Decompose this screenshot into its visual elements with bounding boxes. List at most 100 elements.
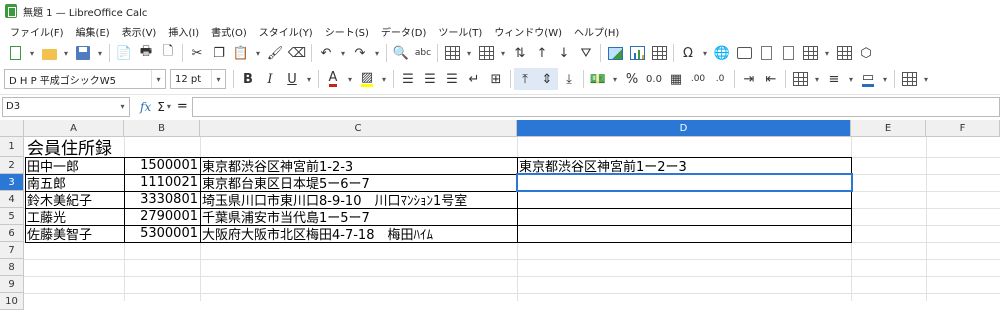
wrap-text-button[interactable]: ↵ xyxy=(463,68,485,90)
column-button[interactable] xyxy=(475,42,497,64)
address-cell[interactable]: 千葉県浦安市当代島1ー5ー7 xyxy=(200,208,517,226)
name-box[interactable]: D3 ▾ xyxy=(2,96,130,117)
special-character-button[interactable]: Ω xyxy=(677,42,699,64)
align-top-button[interactable]: ⤒ xyxy=(514,68,536,90)
address-cell[interactable]: 東京都台東区日本堤5ー6ー7 xyxy=(200,174,517,192)
font-color-dropdown-arrow[interactable]: ▾ xyxy=(344,68,356,90)
open-dropdown-arrow[interactable]: ▾ xyxy=(60,42,72,64)
sum-dropdown-arrow[interactable]: ▾ xyxy=(167,102,171,111)
name-cell[interactable]: 田中一郎 xyxy=(25,157,124,175)
copy-button[interactable]: ❐ xyxy=(208,42,230,64)
center-vertically-button[interactable]: ⇕ xyxy=(536,68,558,90)
menu-view[interactable]: 表示(V) xyxy=(116,24,163,39)
font-color-button[interactable]: A xyxy=(322,68,344,90)
row-header-1[interactable]: 1 xyxy=(0,137,24,157)
align-bottom-button[interactable]: ⤓ xyxy=(558,68,580,90)
zip-cell[interactable]: 3330801 xyxy=(124,191,200,208)
border-style-dropdown-arrow[interactable]: ▾ xyxy=(845,68,857,90)
menu-data[interactable]: データ(D) xyxy=(375,24,433,39)
format-as-number-button[interactable]: 0.0 xyxy=(643,68,665,90)
normalized-address-cell[interactable] xyxy=(517,174,851,191)
name-cell[interactable]: 佐藤美智子 xyxy=(25,225,124,243)
chevron-down-icon[interactable]: ▾ xyxy=(116,98,129,116)
increase-indent-button[interactable]: ⇥ xyxy=(738,68,760,90)
format-as-currency-button[interactable]: 💵 xyxy=(587,68,609,90)
menu-insert[interactable]: 挿入(I) xyxy=(162,24,205,39)
redo-dropdown-arrow[interactable]: ▾ xyxy=(371,42,383,64)
headers-footers-button[interactable] xyxy=(755,42,777,64)
row-header-8[interactable]: 8 xyxy=(0,259,24,276)
column-header-f[interactable]: F xyxy=(926,120,1000,137)
borders-button[interactable] xyxy=(789,68,811,90)
menu-file[interactable]: ファイル(F) xyxy=(4,24,70,39)
underline-button[interactable]: U xyxy=(281,68,303,90)
define-print-area-button[interactable] xyxy=(777,42,799,64)
row-header-6[interactable]: 6 xyxy=(0,225,24,242)
zip-cell[interactable]: 1110021 xyxy=(124,174,200,191)
background-color-button[interactable]: ▨ xyxy=(356,68,378,90)
show-draw-functions-button[interactable]: ⬡ xyxy=(855,42,877,64)
row-header-10[interactable]: 10 xyxy=(0,293,24,310)
sort-ascending-button[interactable]: ↑ xyxy=(531,42,553,64)
insert-chart-button[interactable] xyxy=(626,42,648,64)
insert-image-button[interactable] xyxy=(604,42,626,64)
undo-button[interactable]: ↶ xyxy=(315,42,337,64)
spelling-button[interactable]: abc xyxy=(412,42,434,64)
row-header-3[interactable]: 3 xyxy=(0,174,24,191)
column-header-b[interactable]: B xyxy=(124,120,200,137)
format-as-percent-button[interactable]: % xyxy=(621,68,643,90)
undo-dropdown-arrow[interactable]: ▾ xyxy=(337,42,349,64)
find-replace-button[interactable]: 🔍 xyxy=(390,42,412,64)
name-cell[interactable]: 鈴木美紀子 xyxy=(25,191,124,209)
sum-icon[interactable]: Σ xyxy=(157,100,165,114)
select-all-corner[interactable] xyxy=(0,120,24,137)
currency-dropdown-arrow[interactable]: ▾ xyxy=(609,68,621,90)
border-color-button[interactable]: ▭ xyxy=(857,68,879,90)
font-size-combo[interactable]: 12 pt ▾ xyxy=(170,69,226,89)
font-name-combo[interactable]: D H P 平成ゴシックW5 ▾ xyxy=(4,69,166,89)
zip-cell[interactable]: 2790001 xyxy=(124,208,200,225)
menu-tools[interactable]: ツール(T) xyxy=(432,24,488,39)
print-button[interactable]: 🖶 xyxy=(135,42,157,64)
save-dropdown-arrow[interactable]: ▾ xyxy=(94,42,106,64)
add-decimal-place-button[interactable]: .00 xyxy=(687,68,709,90)
bold-button[interactable]: B xyxy=(237,68,259,90)
autofilter-button[interactable]: ⛛ xyxy=(575,42,597,64)
delete-decimal-place-button[interactable]: .0 xyxy=(709,68,731,90)
conditional-format-button[interactable] xyxy=(898,68,920,90)
freeze-rows-columns-button[interactable] xyxy=(799,42,821,64)
background-color-dropdown-arrow[interactable]: ▾ xyxy=(378,68,390,90)
clone-formatting-button[interactable]: 🖌 xyxy=(264,42,286,64)
column-header-d[interactable]: D xyxy=(517,120,851,137)
comment-button[interactable] xyxy=(733,42,755,64)
special-character-dropdown-arrow[interactable]: ▾ xyxy=(699,42,711,64)
row-header-7[interactable]: 7 xyxy=(0,242,24,259)
menu-sheet[interactable]: シート(S) xyxy=(319,24,375,39)
menu-window[interactable]: ウィンドウ(W) xyxy=(488,24,568,39)
sort-descending-button[interactable]: ↓ xyxy=(553,42,575,64)
print-preview-button[interactable]: 🗋 xyxy=(157,42,179,64)
decrease-indent-button[interactable]: ⇤ xyxy=(760,68,782,90)
zip-cell[interactable]: 5300001 xyxy=(124,225,200,242)
spreadsheet-grid[interactable]: A B C D E F 1 2 3 4 5 6 7 8 9 10 会員住所録 田… xyxy=(0,120,1000,310)
normalized-address-cell[interactable] xyxy=(517,191,851,208)
column-header-c[interactable]: C xyxy=(200,120,517,137)
menu-format[interactable]: 書式(O) xyxy=(205,24,253,39)
sort-button[interactable]: ⇅ xyxy=(509,42,531,64)
chevron-down-icon[interactable]: ▾ xyxy=(211,70,225,88)
paste-button[interactable]: 📋 xyxy=(230,42,252,64)
align-center-button[interactable]: ☰ xyxy=(419,68,441,90)
hyperlink-button[interactable]: 🌐 xyxy=(711,42,733,64)
address-cell[interactable]: 埼玉県川口市東川口8-9-10 川口ﾏﾝｼｮﾝ1号室 xyxy=(200,191,517,209)
merge-center-button[interactable]: ⊞ xyxy=(485,68,507,90)
new-document-button[interactable] xyxy=(4,42,26,64)
column-header-e[interactable]: E xyxy=(851,120,926,137)
address-cell[interactable]: 東京都渋谷区神宮前1-2-3 xyxy=(200,157,517,175)
clear-formatting-button[interactable]: ⌫ xyxy=(286,42,308,64)
name-cell[interactable]: 南五郎 xyxy=(25,174,124,192)
column-dropdown-arrow[interactable]: ▾ xyxy=(497,42,509,64)
normalized-address-cell[interactable] xyxy=(517,208,851,225)
border-color-dropdown-arrow[interactable]: ▾ xyxy=(879,68,891,90)
row-header-9[interactable]: 9 xyxy=(0,276,24,293)
new-dropdown-arrow[interactable]: ▾ xyxy=(26,42,38,64)
